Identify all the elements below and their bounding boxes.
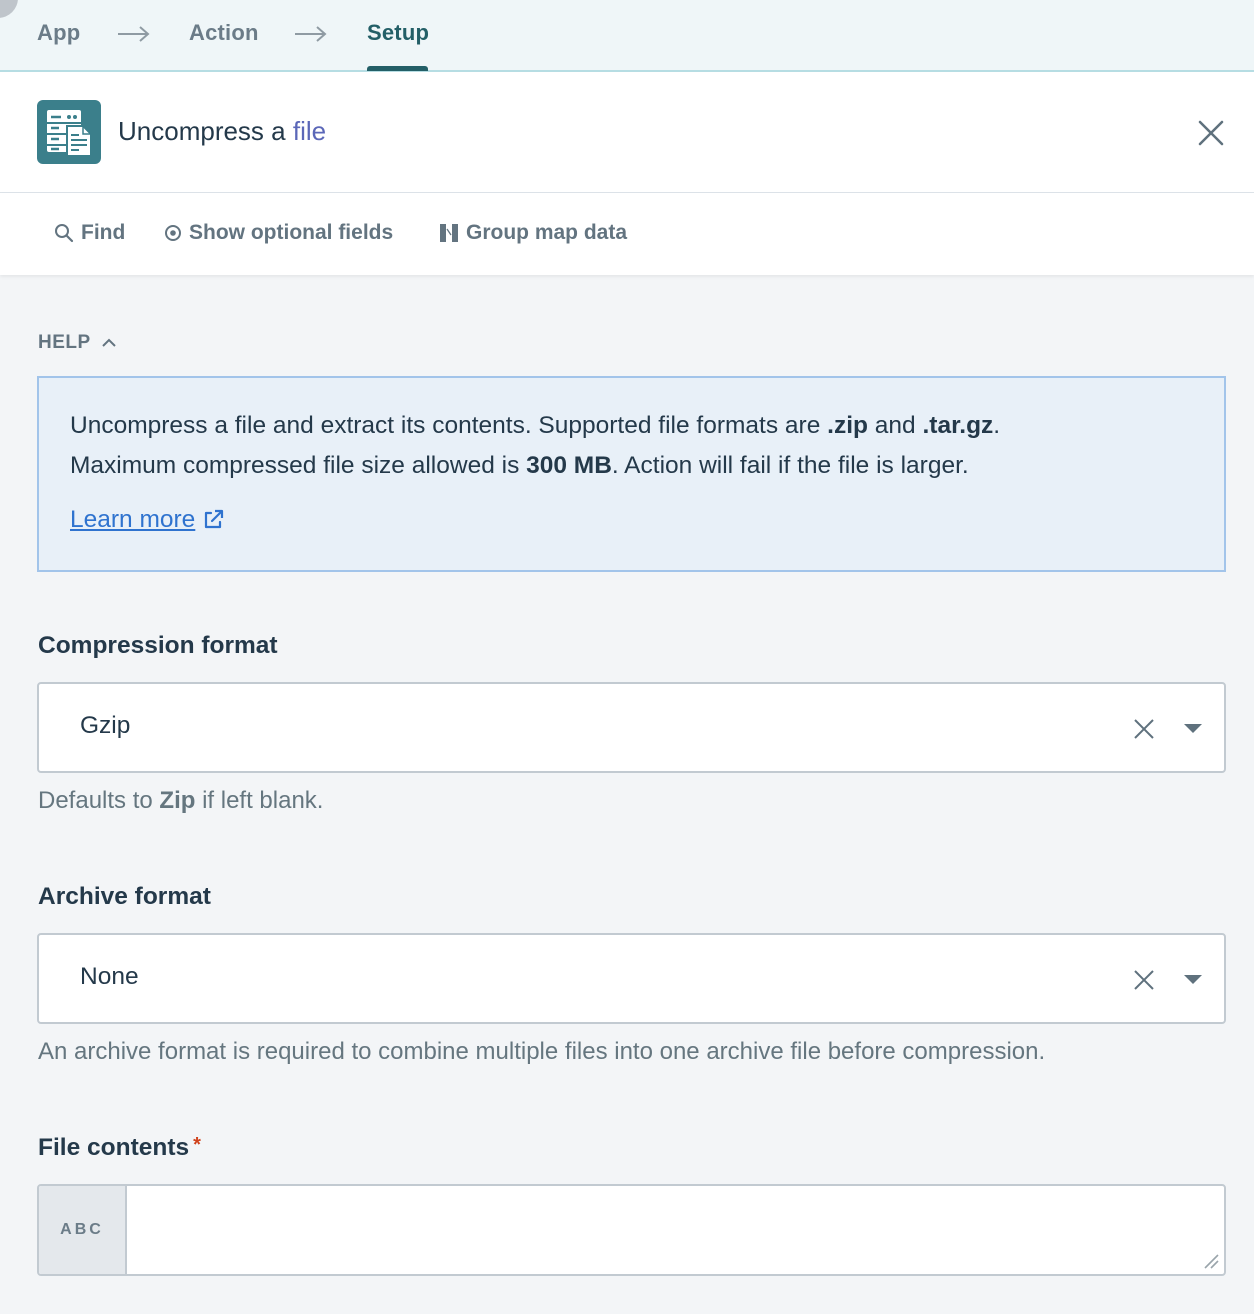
help-text-line-1: Uncompress a file and extract its conten… <box>70 412 1000 440</box>
show-optional-fields-button[interactable]: Show optional fields <box>164 221 393 245</box>
close-icon[interactable] <box>1195 117 1227 149</box>
find-button[interactable]: Find <box>54 221 125 245</box>
hint-text: if left blank. <box>195 787 324 814</box>
compression-format-select[interactable]: Gzip <box>37 682 1226 773</box>
compression-format-label: Compression format <box>38 632 278 659</box>
search-icon <box>55 224 74 243</box>
eye-icon <box>165 225 181 241</box>
hint-default-value: Zip <box>159 787 196 814</box>
help-text-line-2: Maximum compressed file size allowed is … <box>70 452 969 480</box>
clear-icon[interactable] <box>1133 718 1155 740</box>
hint-text: Defaults to <box>38 787 160 814</box>
action-title: Uncompress a file <box>118 116 326 147</box>
active-step-indicator <box>367 66 428 71</box>
format-zip: .zip <box>827 412 868 439</box>
caret-down-icon[interactable] <box>1184 975 1202 984</box>
help-toggle-label: HELP <box>38 332 91 353</box>
max-size: 300 MB <box>526 452 612 479</box>
file-contents-label-text: File contents <box>38 1134 190 1161</box>
avatar-fragment <box>0 0 18 18</box>
group-map-data-label: Group map data <box>466 221 628 244</box>
archive-format-label: Archive format <box>38 883 211 910</box>
action-header: Uncompress a file <box>0 72 1254 193</box>
help-text: Uncompress a file and extract its conten… <box>70 412 828 439</box>
help-panel: Uncompress a file and extract its conten… <box>37 376 1226 572</box>
resize-handle-icon[interactable] <box>1202 1252 1220 1270</box>
file-tools-icon <box>37 100 101 164</box>
archive-format-hint: An archive format is required to combine… <box>38 1038 1046 1065</box>
step-setup[interactable]: Setup <box>367 20 429 46</box>
chevron-up-icon <box>101 338 116 347</box>
help-text: Maximum compressed file size allowed is <box>70 452 527 479</box>
string-type-badge: ABC <box>39 1186 127 1274</box>
setup-stepper: App Action Setup <box>0 0 1254 72</box>
compression-format-value: Gzip <box>80 712 131 739</box>
group-map-icon <box>440 224 458 242</box>
file-contents-field: ABC <box>37 1184 1226 1276</box>
help-text: . Action will fail if the file is larger… <box>611 452 969 479</box>
arrow-right-icon <box>118 26 150 42</box>
arrow-right-icon <box>295 26 327 42</box>
help-text: . <box>993 412 1001 439</box>
toolbar: Find Show optional fields Group map data <box>0 193 1254 275</box>
step-action[interactable]: Action <box>189 20 259 46</box>
archive-format-value: None <box>80 963 139 990</box>
learn-more-label: Learn more <box>70 506 196 533</box>
help-toggle[interactable]: HELP <box>38 332 117 354</box>
clear-icon[interactable] <box>1133 969 1155 991</box>
format-targz: .tar.gz <box>922 412 994 439</box>
step-app[interactable]: App <box>37 20 80 46</box>
archive-format-select[interactable]: None <box>37 933 1226 1024</box>
learn-more-link[interactable]: Learn more <box>70 506 225 534</box>
external-link-icon <box>205 509 224 529</box>
caret-down-icon[interactable] <box>1184 724 1202 733</box>
required-marker: * <box>193 1134 201 1156</box>
find-label: Find <box>81 221 126 244</box>
file-contents-input[interactable] <box>129 1186 1224 1274</box>
show-optional-fields-label: Show optional fields <box>189 221 394 244</box>
title-prefix: Uncompress a <box>118 116 293 146</box>
group-map-data-button[interactable]: Group map data <box>440 221 627 245</box>
compression-format-hint: Defaults to Zip if left blank. <box>38 787 323 815</box>
file-contents-label: File contents * <box>38 1134 201 1162</box>
title-accent: file <box>292 116 327 146</box>
help-text: and <box>867 412 923 439</box>
